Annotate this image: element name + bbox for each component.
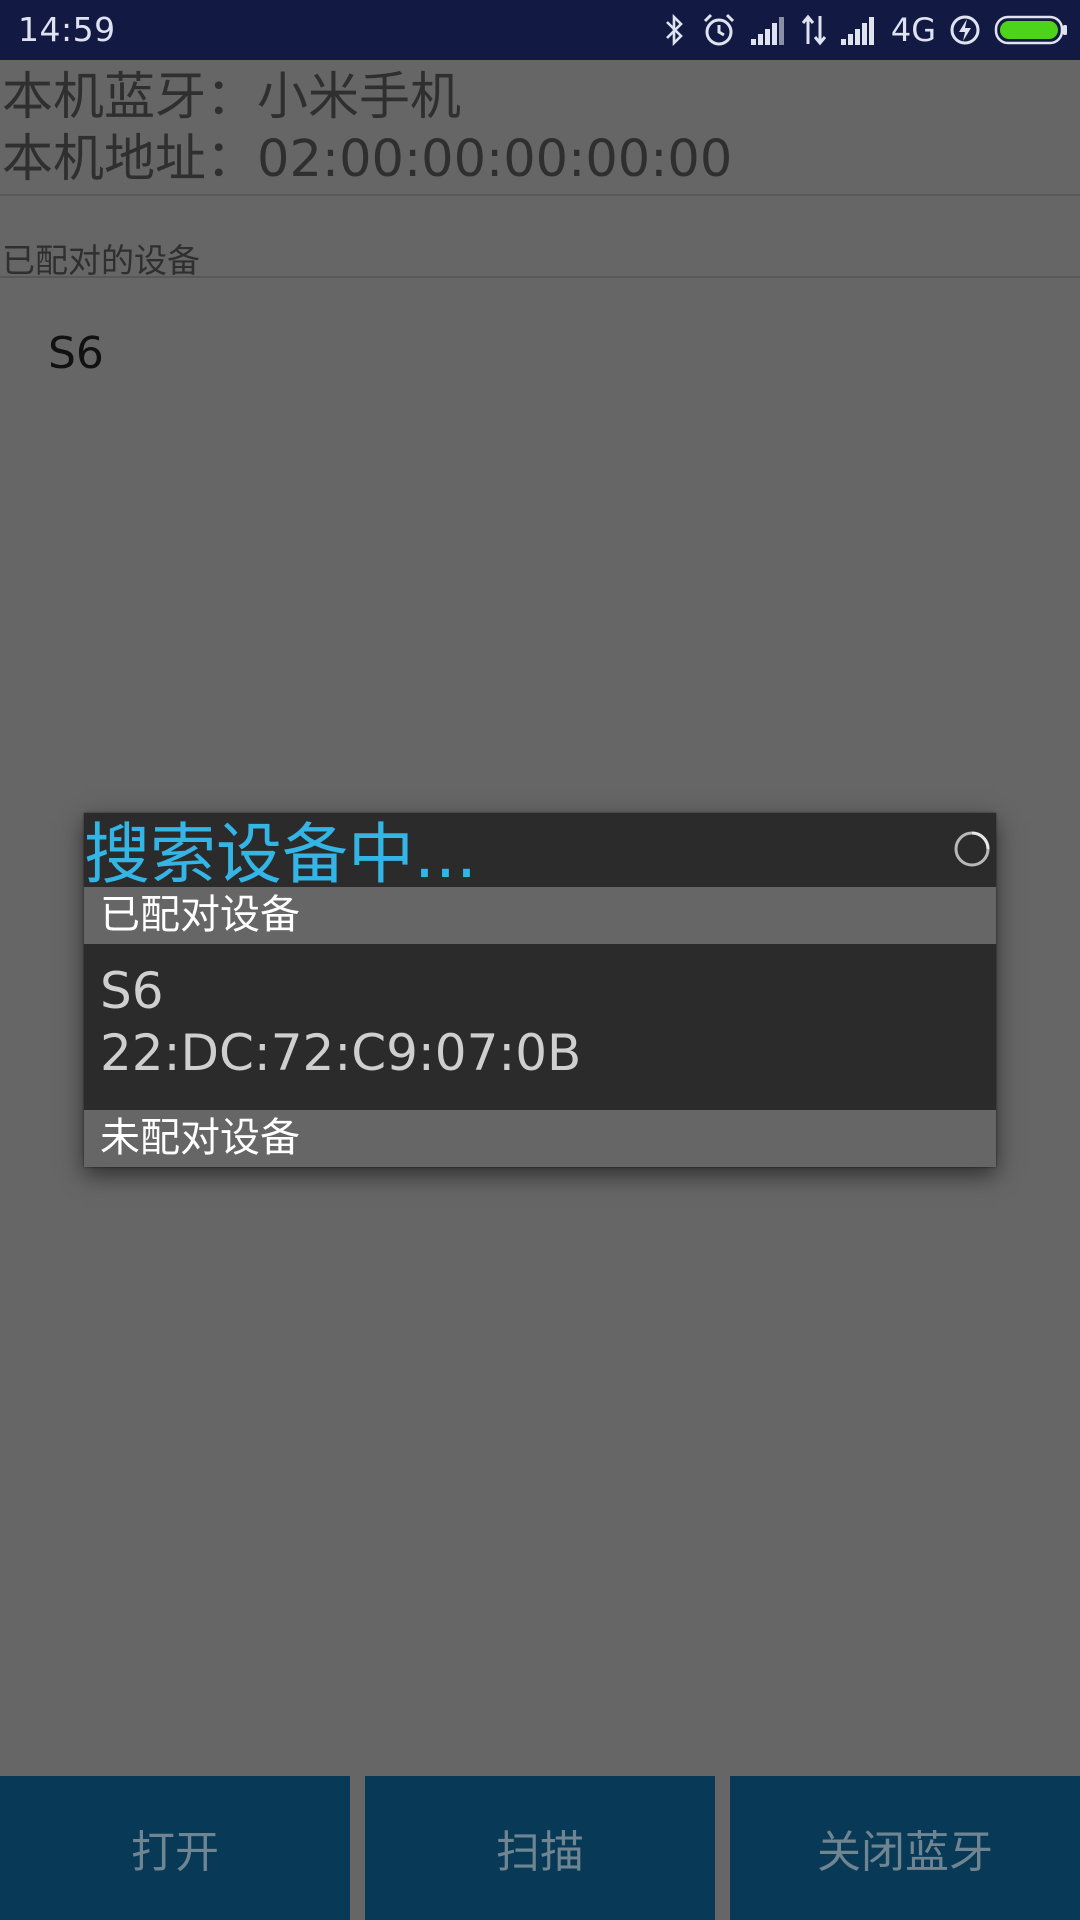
paired-devices-section-label: 已配对的设备 (2, 241, 200, 280)
unpaired-devices-group-header: 未配对设备 (84, 1110, 996, 1167)
status-time: 14:59 (18, 10, 116, 49)
status-icons: 4G (663, 0, 1068, 60)
dialog-title-bar: 搜索设备中... (84, 813, 996, 887)
unpaired-devices-group-label: 未配对设备 (100, 1115, 300, 1161)
bottom-button-bar: 打开 扫描 关闭蓝牙 (0, 1776, 1080, 1920)
network-type-label: 4G (890, 11, 936, 49)
device-name: S6 (100, 962, 164, 1020)
paired-device-list-item[interactable]: S6 (48, 328, 104, 379)
local-bluetooth-address: 本机地址：02:00:00:00:00:00 (2, 130, 733, 189)
charging-icon (950, 13, 980, 47)
loading-spinner-icon (954, 831, 990, 867)
paired-devices-group-label: 已配对设备 (100, 892, 300, 938)
device-list-item[interactable]: S6 22:DC:72:C9:07:0B (84, 944, 996, 1110)
battery-icon (994, 14, 1068, 46)
paired-devices-section-header: 已配对的设备 (0, 198, 1080, 280)
searching-dialog: 搜索设备中... 已配对设备 S6 22:DC:72:C9:07:0B 未配对设… (84, 813, 996, 1167)
alarm-icon (701, 12, 737, 48)
bluetooth-icon (663, 13, 687, 47)
open-button[interactable]: 打开 (0, 1776, 350, 1920)
screen: 14:59 4G 本机蓝牙：小米手机 本机地址：02:00:00:00:00:0… (0, 0, 1080, 1920)
device-info: 本机蓝牙：小米手机 本机地址：02:00:00:00:00:00 (0, 60, 1080, 196)
paired-devices-group-header: 已配对设备 (84, 887, 996, 944)
signal-icon (750, 15, 787, 45)
signal-icon (840, 15, 877, 45)
status-bar: 14:59 4G (0, 0, 1080, 60)
scan-button[interactable]: 扫描 (365, 1776, 715, 1920)
device-address: 22:DC:72:C9:07:0B (100, 1024, 582, 1082)
dialog-title: 搜索设备中... (84, 816, 477, 887)
close-bluetooth-button[interactable]: 关闭蓝牙 (730, 1776, 1080, 1920)
local-bluetooth-name: 本机蓝牙：小米手机 (2, 68, 462, 127)
data-arrows-icon (801, 14, 827, 46)
